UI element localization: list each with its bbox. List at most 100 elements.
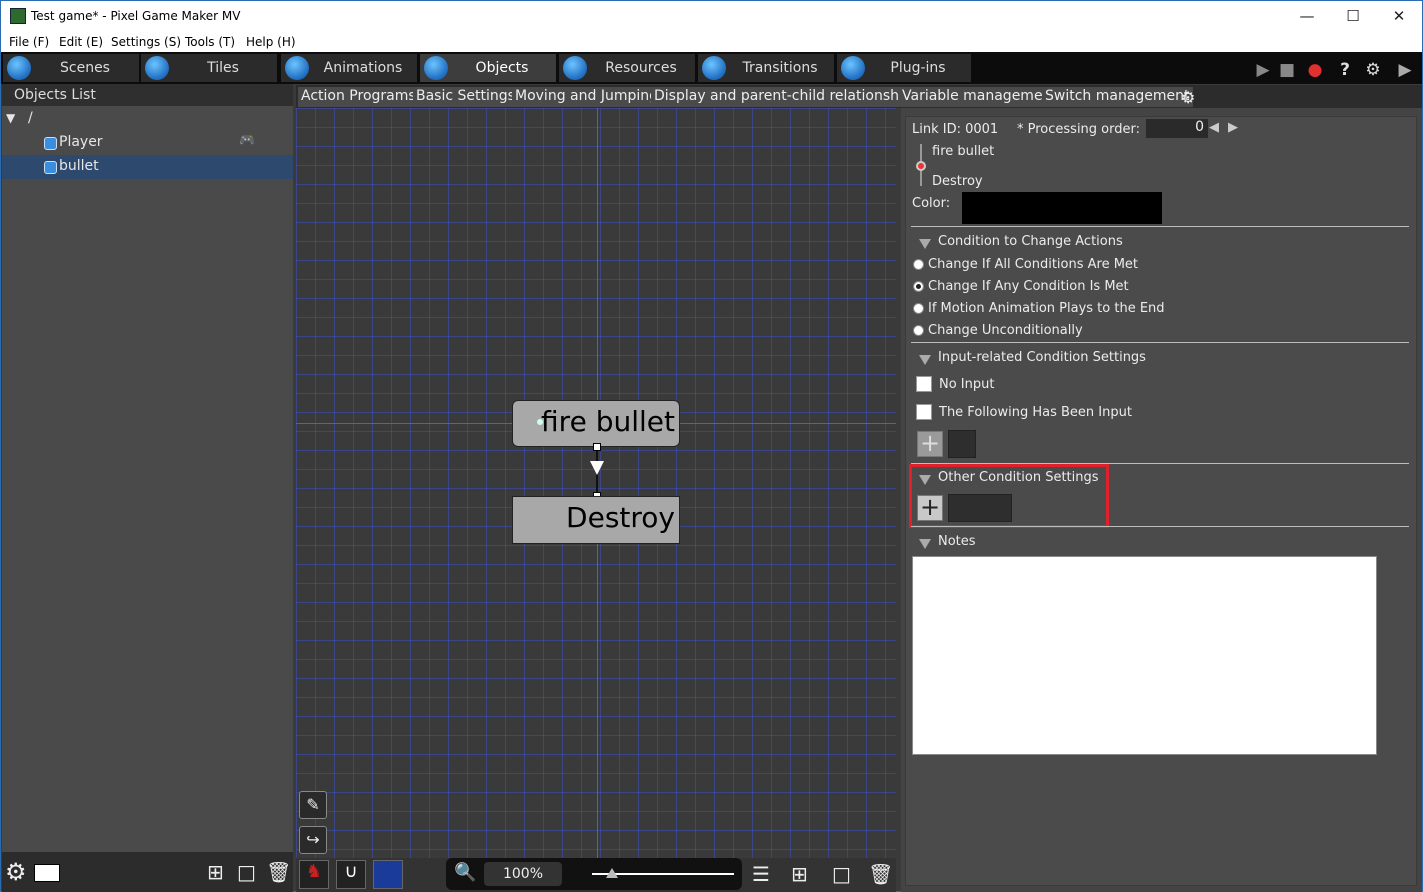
- app-icon: [10, 8, 26, 24]
- expand-right-icon[interactable]: ▶: [1394, 59, 1416, 81]
- other-section-title: Other Condition Settings: [938, 470, 1099, 485]
- radio-unconditional[interactable]: [913, 325, 924, 336]
- node-label: Destroy: [566, 501, 675, 534]
- tab-action-programs[interactable]: Action Programs: [298, 87, 419, 107]
- tab-variable-management[interactable]: Variable management: [899, 87, 1060, 107]
- title-bar: Test game* - Pixel Game Maker MV — ☐ ✕: [1, 1, 1422, 32]
- tab-objects[interactable]: Objects: [420, 54, 556, 82]
- reload-icon[interactable]: ●: [1304, 59, 1326, 81]
- redirect-tool-icon[interactable]: ↪: [299, 826, 327, 854]
- objects-toolbar: ⚙ ⊞ □ 🗑: [2, 852, 293, 892]
- menu-edit[interactable]: Edit (E): [59, 35, 103, 49]
- order-increment-icon[interactable]: ▶: [1228, 120, 1238, 135]
- tab-display-parent-child[interactable]: Display and parent-child relationship: [651, 87, 915, 107]
- magnet-icon[interactable]: ∪: [336, 860, 366, 889]
- help-icon[interactable]: ?: [1334, 59, 1356, 81]
- link-direction-dot: [916, 161, 926, 171]
- play-icon[interactable]: ▶: [1252, 59, 1274, 81]
- tree-root[interactable]: ▼ /: [2, 108, 293, 132]
- no-input-checkbox[interactable]: [916, 376, 932, 392]
- no-input-label: No Input: [939, 377, 995, 392]
- option-any-condition: Change If Any Condition Is Met: [928, 279, 1129, 294]
- action-node-destroy[interactable]: Destroy: [512, 496, 680, 544]
- link-handle-top[interactable]: [593, 443, 601, 451]
- radio-motion-end[interactable]: [913, 303, 924, 314]
- dragon-icon[interactable]: ♞: [299, 860, 329, 889]
- option-all-conditions: Change If All Conditions Are Met: [928, 257, 1139, 272]
- tab-basic-settings[interactable]: Basic Settings: [413, 87, 518, 107]
- collapse-triangle-icon[interactable]: [919, 355, 931, 365]
- add-object-icon[interactable]: □: [237, 860, 256, 884]
- option-unconditional: Change Unconditionally: [928, 323, 1083, 338]
- input-section-title: Input-related Condition Settings: [938, 350, 1146, 365]
- tab-transitions[interactable]: Transitions: [698, 54, 834, 82]
- link-id-label: Link ID: 0001: [912, 122, 999, 137]
- zoom-slider-thumb[interactable]: [606, 868, 618, 878]
- objects-panel: Objects List ▼ / Player 🎮 bullet ⚙ ⊞ □ 🗑: [2, 84, 293, 892]
- add-action-icon[interactable]: □: [832, 862, 851, 886]
- main-tab-bar: Scenes Tiles Animations Objects Resource…: [1, 52, 1422, 84]
- stop-icon[interactable]: ■: [1276, 59, 1298, 81]
- link-arrow-icon[interactable]: [590, 461, 604, 475]
- notes-textarea[interactable]: [912, 556, 1377, 755]
- menu-bar: File (F) Edit (E) Settings (S) Tools (T)…: [1, 32, 1422, 52]
- objects-list-title: Objects List: [2, 84, 293, 106]
- tree-item-label: Player: [59, 134, 103, 150]
- gear-icon[interactable]: ⚙: [5, 858, 27, 886]
- tab-tiles[interactable]: Tiles: [141, 54, 277, 82]
- input-list[interactable]: [948, 430, 976, 458]
- trash-icon[interactable]: 🗑: [266, 860, 291, 884]
- tab-scenes[interactable]: Scenes: [3, 54, 139, 82]
- list-icon[interactable]: ☰: [752, 862, 770, 886]
- close-button[interactable]: ✕: [1376, 1, 1422, 32]
- divider: [911, 226, 1409, 227]
- menu-tools[interactable]: Tools (T): [185, 35, 235, 49]
- tab-moving-jumping[interactable]: Moving and Jumping: [512, 87, 661, 107]
- collapse-triangle-icon[interactable]: [919, 239, 931, 249]
- following-input-label: The Following Has Been Input: [939, 405, 1132, 420]
- tree-root-label: /: [28, 110, 33, 126]
- action-node-fire-bullet[interactable]: fire bullet: [512, 400, 680, 447]
- radio-all-conditions[interactable]: [913, 259, 924, 270]
- window-title: Test game* - Pixel Game Maker MV: [31, 9, 241, 23]
- collapse-triangle-icon[interactable]: [919, 475, 931, 485]
- tree-item-bullet[interactable]: bullet: [2, 155, 293, 179]
- screen-icon[interactable]: [34, 864, 60, 882]
- collapse-triangle-icon[interactable]: ▼: [6, 111, 15, 125]
- radio-any-condition[interactable]: [913, 281, 924, 292]
- menu-help[interactable]: Help (H): [246, 35, 296, 49]
- app-window: Test game* - Pixel Game Maker MV — ☐ ✕ F…: [0, 0, 1423, 892]
- minimize-button[interactable]: —: [1284, 1, 1330, 32]
- add-folder-icon[interactable]: ⊞: [791, 862, 808, 886]
- action-program-canvas[interactable]: fire bullet Destroy ✎ ↪: [296, 108, 896, 860]
- zoom-magnifier-icon: 🔍: [454, 862, 477, 883]
- zoom-value[interactable]: 100%: [484, 862, 562, 886]
- tab-resources[interactable]: Resources: [559, 54, 695, 82]
- tab-switch-management[interactable]: Switch management: [1042, 87, 1193, 107]
- grid-icon[interactable]: [373, 860, 403, 889]
- tree-item-player[interactable]: Player 🎮: [2, 131, 293, 155]
- processing-order-input[interactable]: 0: [1146, 119, 1208, 138]
- color-swatch[interactable]: [962, 192, 1162, 224]
- canvas-toolbar: ♞ ∪ 🔍 100% ☰ ⊞ □ 🗑: [296, 858, 896, 892]
- menu-file[interactable]: File (F): [9, 35, 49, 49]
- maximize-button[interactable]: ☐: [1330, 1, 1376, 32]
- settings-gear-icon[interactable]: ⚙: [1362, 59, 1384, 81]
- link-tool-icon[interactable]: ✎: [299, 791, 327, 819]
- order-decrement-icon[interactable]: ◀: [1209, 120, 1219, 135]
- tab-animations[interactable]: Animations: [281, 54, 417, 82]
- object-icon: [44, 161, 57, 174]
- collapse-triangle-icon[interactable]: [919, 539, 931, 549]
- trash-icon[interactable]: 🗑: [868, 862, 893, 886]
- tab-plugins[interactable]: Plug-ins: [837, 54, 971, 82]
- tab-settings-gear-icon[interactable]: ⚙: [1178, 87, 1198, 107]
- add-input-button[interactable]: +: [917, 431, 943, 457]
- add-folder-icon[interactable]: ⊞: [207, 860, 224, 884]
- notes-title: Notes: [938, 534, 976, 549]
- link-to-label: Destroy: [932, 174, 983, 189]
- add-other-condition-button[interactable]: +: [917, 495, 943, 521]
- other-condition-list[interactable]: [948, 494, 1012, 522]
- following-input-checkbox[interactable]: [916, 404, 932, 420]
- menu-settings[interactable]: Settings (S): [111, 35, 181, 49]
- zoom-control: 🔍 100%: [446, 858, 742, 890]
